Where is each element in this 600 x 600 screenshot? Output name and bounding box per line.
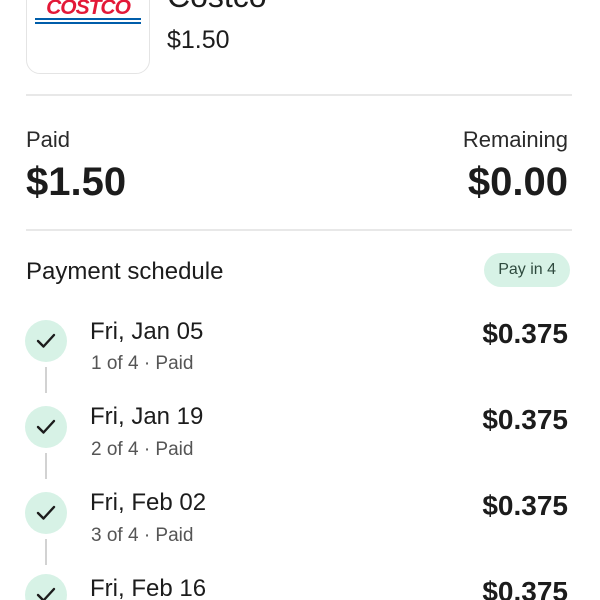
installment-paid-check <box>25 320 67 362</box>
pay-in-4-badge: Pay in 4 <box>484 253 570 287</box>
installment-date: Fri, Jan 05 <box>90 318 204 345</box>
installment-status: 3 of 4 · Paid <box>91 525 194 546</box>
checkmark-icon <box>36 333 56 348</box>
merchant-name: Costco <box>167 0 267 15</box>
divider <box>26 94 572 96</box>
checkmark-icon <box>36 505 56 520</box>
paid-label: Paid <box>26 127 71 152</box>
remaining-value: $0.00 <box>467 160 568 204</box>
installment-date: Fri, Jan 19 <box>90 403 204 430</box>
timeline-connector <box>45 539 47 565</box>
installment-paid-check <box>25 406 67 448</box>
costco-logo-stripe <box>35 18 141 20</box>
installment-date: Fri, Feb 02 <box>90 489 207 516</box>
installment-paid-check <box>25 492 67 534</box>
checkmark-icon <box>36 587 56 600</box>
costco-logo-text: COSTCO <box>46 0 131 19</box>
timeline-connector <box>45 453 47 479</box>
divider <box>26 229 572 231</box>
merchant-logo: COSTCO <box>26 0 150 74</box>
paid-value: $1.50 <box>26 160 127 204</box>
installment-amount: $0.375 <box>482 576 568 600</box>
costco-logo-stripe <box>35 22 141 24</box>
installment-status: 1 of 4 · Paid <box>91 353 194 374</box>
installment-amount: $0.375 <box>482 404 568 435</box>
installment-status: 2 of 4 · Paid <box>91 439 194 460</box>
merchant-amount: $1.50 <box>167 26 230 54</box>
installment-date: Fri, Feb 16 <box>90 575 207 600</box>
checkmark-icon <box>36 419 56 434</box>
installment-amount: $0.375 <box>482 490 568 521</box>
installment-paid-check <box>25 574 67 600</box>
installment-amount: $0.375 <box>482 318 568 349</box>
payment-schedule-title: Payment schedule <box>26 258 224 285</box>
remaining-label: Remaining <box>462 127 568 152</box>
timeline-connector <box>45 367 47 393</box>
